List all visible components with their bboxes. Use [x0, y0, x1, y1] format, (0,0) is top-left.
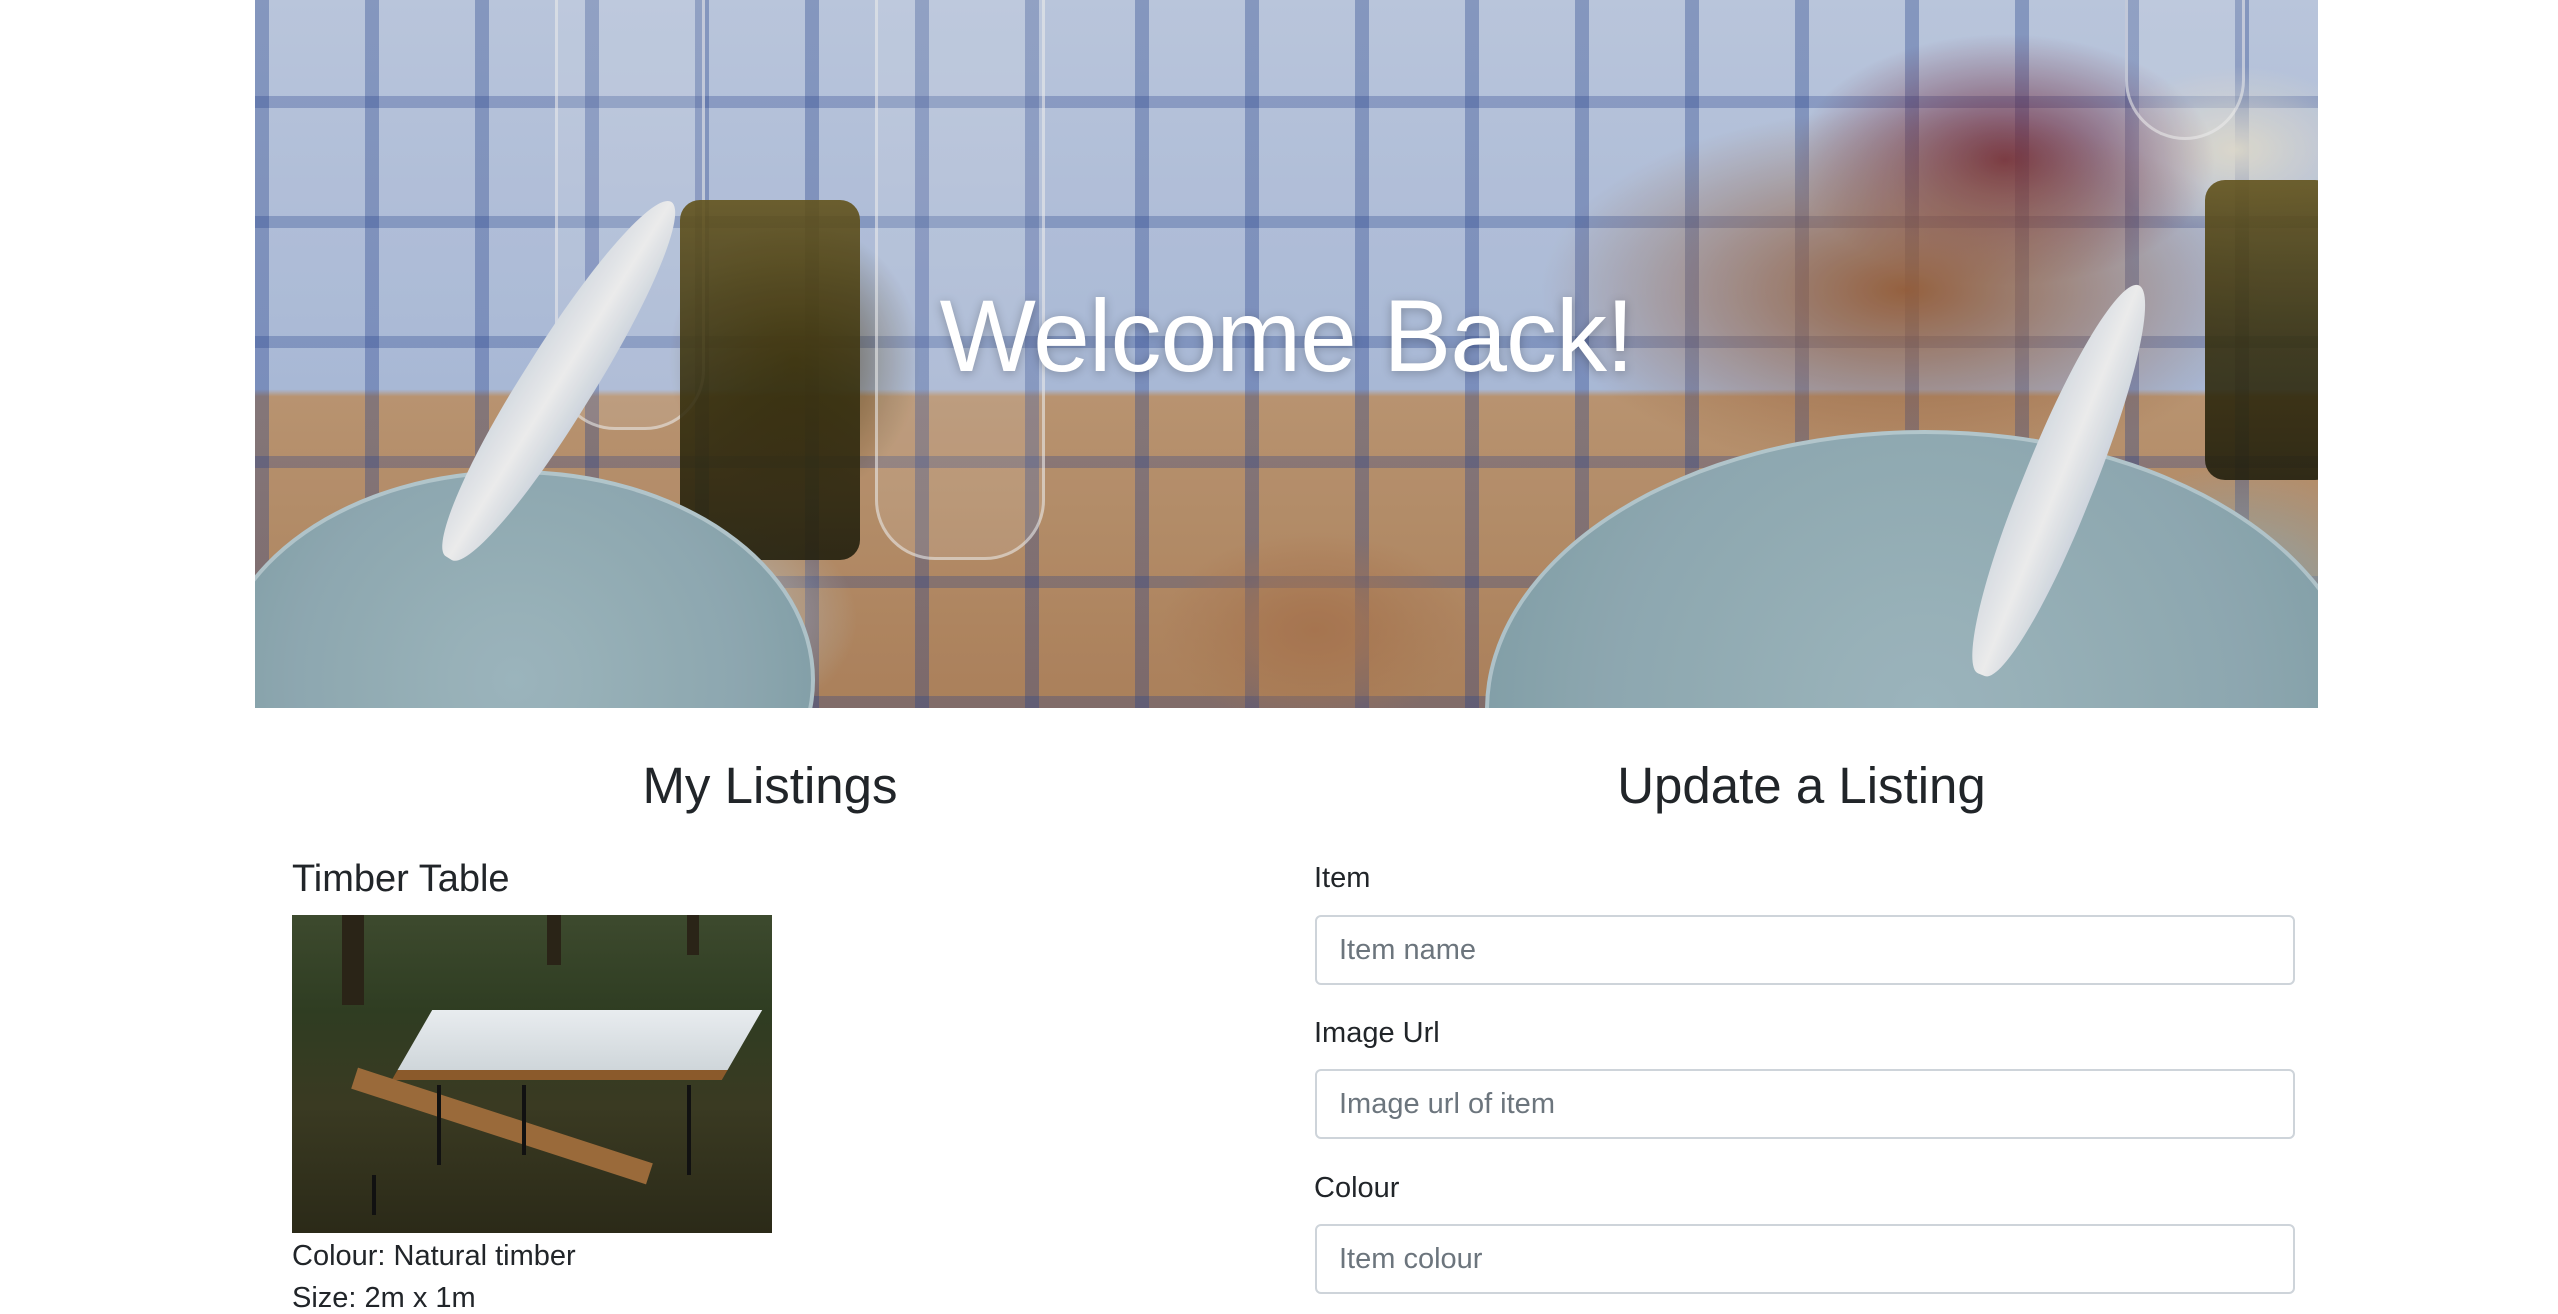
item-colour-input[interactable] — [1315, 1224, 2295, 1294]
colour-label: Colour — [1314, 1172, 1400, 1204]
hero-title: Welcome Back! — [939, 279, 1635, 393]
hero-banner: Welcome Back! — [255, 0, 2318, 708]
page: Welcome Back! My Listings Timber Table C… — [0, 0, 2558, 1314]
tree-decoration — [547, 915, 561, 965]
item-label: Item — [1314, 862, 1371, 894]
image-url-input[interactable] — [1315, 1069, 2295, 1139]
listing-image[interactable] — [292, 915, 772, 1233]
item-name-input[interactable] — [1315, 915, 2295, 985]
tree-decoration — [687, 915, 699, 955]
listing-colour: Colour: Natural timber — [292, 1240, 576, 1272]
image-url-label: Image Url — [1314, 1017, 1440, 1049]
table-leg-decoration — [522, 1085, 526, 1155]
table-leg-decoration — [687, 1085, 691, 1175]
my-listings-heading: My Listings — [642, 757, 898, 814]
listing-size: Size: 2m x 1m — [292, 1282, 476, 1314]
table-leg-decoration — [372, 1175, 376, 1215]
listing-title[interactable]: Timber Table — [292, 858, 510, 901]
table-leg-decoration — [437, 1085, 441, 1165]
bench-decoration — [351, 1067, 653, 1185]
table-decoration — [391, 1010, 763, 1080]
update-listing-heading: Update a Listing — [1617, 757, 1986, 814]
tree-decoration — [342, 915, 364, 1005]
